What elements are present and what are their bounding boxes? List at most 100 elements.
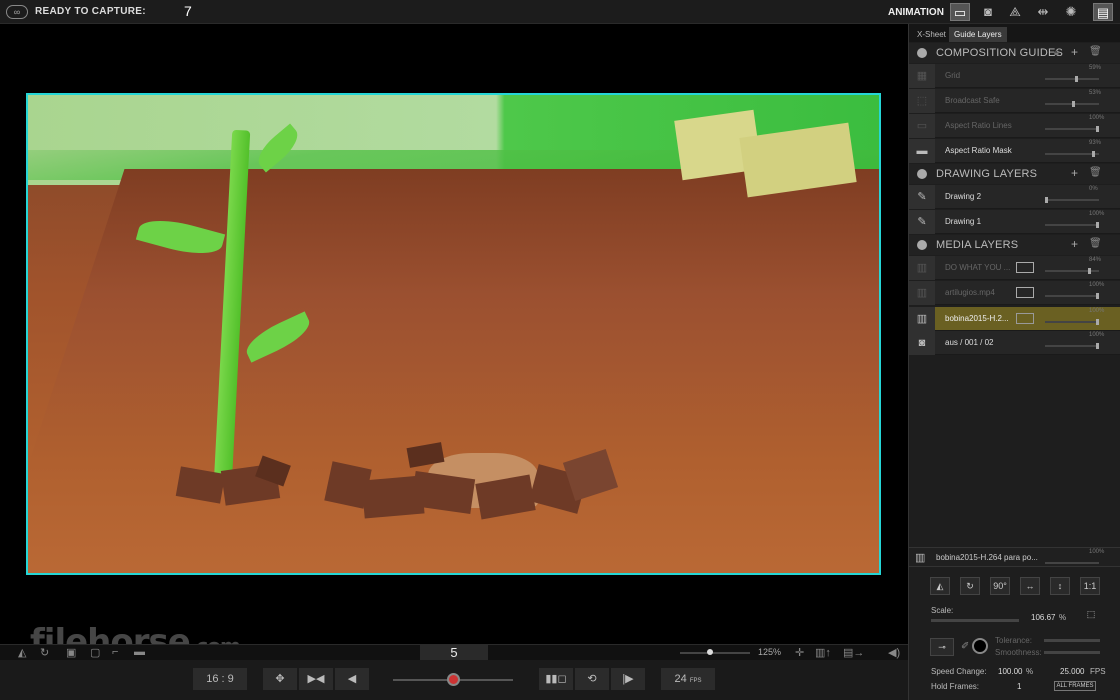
layer-row-drawing-1[interactable]: ✎ Drawing 1 100% [909,210,1120,234]
playback-timeline-knob[interactable] [447,673,460,686]
move-icon[interactable]: ✥ [263,668,297,690]
crop-icon[interactable]: ⌐ [112,646,118,658]
rotate-90-button[interactable]: 90° [990,577,1010,595]
key-color-swatch[interactable] [972,638,988,654]
aspect-lines-icon[interactable]: ▭ [909,114,935,138]
media-fps-value[interactable]: 25.000 [1060,667,1084,676]
short-play-icon[interactable]: ▮▮◻ [539,668,573,690]
opacity-knob[interactable] [1096,126,1099,132]
opacity-slider[interactable] [1045,224,1099,226]
eyedropper-icon[interactable]: ✐ [961,641,969,652]
crosshair-icon[interactable]: ✛ [795,646,804,659]
layer-row-media[interactable]: ▥ DO WHAT YOU ... 84% [909,256,1120,280]
transform-icon[interactable]: ⬚ [1081,606,1101,624]
opacity-slider[interactable] [1045,128,1099,130]
fps-button[interactable]: 24 FPS [661,668,715,690]
pencil-icon[interactable]: ✎ [909,185,935,209]
film-icon[interactable]: ▥ [909,281,935,305]
opacity-knob[interactable] [1096,343,1099,349]
hold-frames-value[interactable]: 1 [1017,682,1021,691]
aspect-ratio-button[interactable]: 16 : 9 [193,668,247,690]
tolerance-slider[interactable] [1044,639,1100,642]
smoothness-slider[interactable] [1044,651,1100,654]
tab-guide-layers[interactable]: Guide Layers [949,27,1007,42]
pencil-icon[interactable]: ✎ [909,210,935,234]
grid-icon[interactable]: ▦ [909,64,935,88]
layer-row-drawing-2[interactable]: ✎ Drawing 2 0% [909,185,1120,209]
zoom-slider[interactable] [680,652,750,654]
filmstrip-icon[interactable]: ▥↑ [815,646,831,659]
capture-viewer[interactable] [0,24,908,644]
speaker-icon[interactable]: ◀) [888,646,900,659]
trash-icon[interactable]: 🗑︎ [1089,167,1102,178]
aspect-mask-icon[interactable]: ▬ [909,139,935,163]
opacity-knob[interactable] [1096,319,1099,325]
fit-width-icon[interactable]: ↔ [1020,577,1040,595]
monitor-icon[interactable] [1016,313,1034,324]
opacity-knob[interactable] [1096,293,1099,299]
selected-layer-row[interactable]: ▥ bobina2015-H.264 para po... 100% [909,547,1120,567]
layer-row-aspect-mask[interactable]: ▬ Aspect Ratio Mask 93% [909,139,1120,163]
current-frame-number[interactable]: 5 [420,645,488,661]
opacity-slider[interactable] [1045,270,1099,272]
opacity-knob[interactable] [1096,222,1099,228]
fit-height-icon[interactable]: ↕ [1050,577,1070,595]
rotate-icon[interactable]: ↻ [40,646,49,659]
layer-row-media[interactable]: ▥ artilugios.mp4 100% [909,281,1120,305]
onion-skin-icon[interactable]: ▶◀ [299,668,333,690]
add-icon[interactable]: + [1071,45,1078,59]
overlay-icon[interactable]: ▢ [90,646,100,659]
actual-size-button[interactable]: 1:1 [1080,577,1100,595]
add-icon[interactable]: + [1071,166,1078,180]
export-icon[interactable]: ▤→ [843,646,864,659]
opacity-knob[interactable] [1045,197,1048,203]
rig-icon[interactable]: ⟁ [1005,3,1025,21]
opacity-slider[interactable] [1045,321,1099,323]
speed-value[interactable]: 100.00 [998,667,1022,676]
layer-row-capture[interactable]: ◙ aus / 001 / 02 100% [909,331,1120,355]
monitor-icon[interactable]: ▭ [950,3,970,21]
camera-icon[interactable]: ◙ [909,331,935,355]
rotate-icon[interactable]: ↻ [960,577,980,595]
camera-icon[interactable]: ◙ [978,3,998,21]
all-frames-button[interactable]: ALL FRAMES [1054,681,1096,691]
opacity-slider[interactable] [1045,295,1099,297]
play-live-icon[interactable]: |▶ [611,668,645,690]
loop-icon[interactable]: ⟲ [575,668,609,690]
monitor-icon[interactable] [1016,262,1034,273]
opacity-knob[interactable] [1072,101,1076,107]
tab-x-sheet[interactable]: X-Sheet [912,27,951,42]
timeline-icon[interactable]: ⇹ [1033,3,1053,21]
selected-layer-slider[interactable] [1045,562,1099,564]
opacity-slider[interactable] [1045,199,1099,201]
add-icon[interactable]: + [1071,237,1078,251]
trash-icon[interactable]: 🗑︎ [1089,46,1102,57]
opacity-knob[interactable] [1075,76,1079,82]
layer-row-broadcast-safe[interactable]: ⬚ Broadcast Safe 53% [909,89,1120,113]
play-reverse-icon[interactable]: ◀ [335,668,369,690]
broadcast-safe-icon[interactable]: ⬚ [909,89,935,113]
monitor-icon[interactable] [1016,287,1034,298]
layer-row-aspect-lines[interactable]: ▭ Aspect Ratio Lines 100% [909,114,1120,138]
film-icon[interactable]: ▥ [909,307,935,331]
opacity-knob[interactable] [1087,268,1091,274]
live-view-frame[interactable] [26,93,881,575]
opacity-knob[interactable] [1092,151,1096,157]
mask-icon[interactable]: ▬ [134,646,145,658]
zoom-slider-knob[interactable] [707,649,713,655]
guide-icon[interactable]: ▣ [66,646,76,659]
layer-row-grid[interactable]: ▦ Grid 59% [909,64,1120,88]
flip-icon[interactable]: ◭ [18,646,26,659]
film-icon[interactable]: ▥ [909,256,935,280]
flip-icon[interactable]: ◭ [930,577,950,595]
scale-value[interactable]: 106.67 [1031,613,1055,622]
lock-icon[interactable]: 🔒︎ [1054,47,1059,58]
scale-slider[interactable] [931,619,1019,622]
layer-row-media-selected[interactable]: ▥ bobina2015-H.2... 100% [909,307,1120,331]
settings-icon[interactable]: ✺ [1061,3,1081,21]
panel-toggle-icon[interactable]: ▤ [1093,3,1113,21]
trash-icon[interactable]: 🗑︎ [1089,238,1102,249]
key-icon[interactable]: ⊸ [930,638,954,656]
opacity-slider[interactable] [1045,78,1099,80]
opacity-slider[interactable] [1045,153,1099,155]
